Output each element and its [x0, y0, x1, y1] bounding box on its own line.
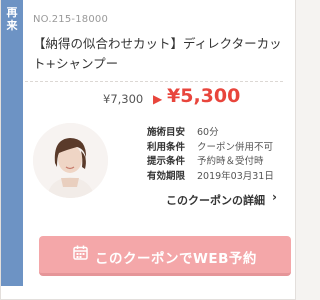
detail-label: 利用条件	[147, 141, 186, 153]
side-tab-label: 再 来	[6, 6, 18, 32]
chevron-right-icon[interactable]: ›	[272, 190, 277, 204]
reserve-button-label: このクーポンでWEB予約	[95, 251, 257, 267]
detail-row-duration: 施術目安 60分	[147, 126, 274, 141]
price-arrow-icon: ▶	[153, 92, 163, 106]
regular-price: ¥7,300	[103, 92, 144, 106]
detail-row-presentation: 提示条件 予約時＆受付時	[147, 155, 274, 170]
coupon-detail-link[interactable]: このクーポンの詳細	[166, 192, 265, 208]
divider	[25, 81, 283, 82]
coupon-price: ¥5,300	[167, 85, 241, 107]
stylist-portrait	[33, 123, 108, 198]
detail-label: 有効期限	[147, 170, 186, 182]
detail-label: 提示条件	[147, 156, 186, 167]
detail-value: 2019年03月31日	[197, 170, 274, 182]
stylist-photo	[33, 123, 108, 198]
repeat-customer-tab: 再 来	[1, 0, 23, 286]
web-reserve-button[interactable]: このクーポンでWEB予約	[39, 236, 291, 276]
detail-value: 予約時＆受付時	[197, 156, 264, 167]
detail-label: 施術目安	[147, 127, 186, 138]
coupon-number: NO.215-18000	[33, 14, 109, 25]
coupon-title: 【納得の似合わせカット】ディレクターカット+シャンプー	[33, 36, 282, 71]
detail-value: クーポン併用不可	[197, 141, 274, 153]
coupon-card: 再 来 NO.215-18000 【納得の似合わせカット】ディレクターカット+シ…	[0, 0, 296, 300]
detail-row-usage: 利用条件 クーポン併用不可	[147, 141, 274, 156]
calendar-icon	[73, 245, 88, 260]
detail-row-expiry: 有効期限 2019年03月31日	[147, 170, 274, 185]
detail-value: 60分	[197, 127, 219, 138]
coupon-details: 施術目安 60分 利用条件 クーポン併用不可 提示条件 予約時＆受付時 有効期限…	[147, 126, 274, 184]
